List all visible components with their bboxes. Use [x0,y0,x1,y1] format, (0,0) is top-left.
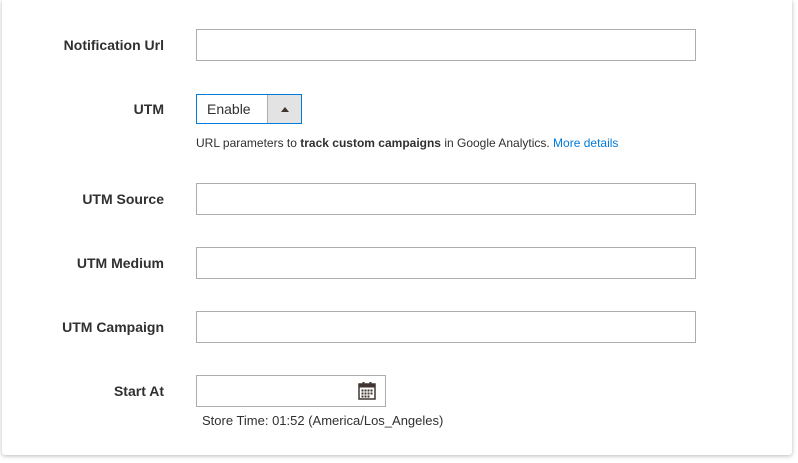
utm-source-input[interactable] [196,183,696,215]
settings-panel: Notification Url UTM Enable URL paramete… [2,0,792,455]
utm-select-toggle[interactable] [267,95,301,123]
start-at-label: Start At [113,383,164,399]
store-time-note: Store Time: 01:52 (America/Los_Angeles) [202,413,444,428]
utm-label: UTM [133,101,164,117]
more-details-link[interactable]: More details [553,136,618,150]
utm-campaign-label: UTM Campaign [62,319,164,335]
utm-source-label: UTM Source [82,191,164,207]
utm-note: URL parameters to track custom campaigns… [196,136,618,150]
utm-medium-input[interactable] [196,247,696,279]
utm-select-value: Enable [207,101,251,117]
utm-note-emphasis: track custom campaigns [300,136,441,150]
notification-url-label: Notification Url [63,37,164,53]
utm-note-middle: in Google Analytics. [440,136,554,150]
utm-campaign-input[interactable] [196,311,696,343]
utm-select[interactable]: Enable [196,94,302,124]
calendar-icon [358,382,376,400]
start-at-input[interactable] [197,376,347,406]
start-at-field [196,375,386,407]
caret-up-icon [280,106,289,112]
utm-note-prefix: URL parameters to [196,136,301,150]
utm-medium-label: UTM Medium [76,255,164,271]
calendar-button[interactable] [357,381,377,401]
notification-url-input[interactable] [196,29,696,61]
